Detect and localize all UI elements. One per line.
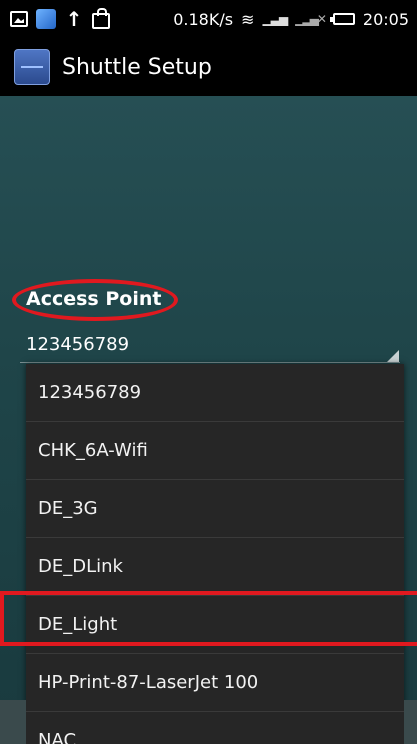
bag-icon xyxy=(92,8,110,29)
network-speed: 0.18K/s xyxy=(173,9,234,29)
page-title: Shuttle Setup xyxy=(62,54,212,80)
upload-arrow-icon: ↑ xyxy=(65,7,83,31)
dropdown-item-3[interactable]: DE_3G xyxy=(26,480,404,538)
signal-icon: ▁▃▅ xyxy=(262,12,288,26)
status-left-icons: ↑ xyxy=(0,7,110,31)
dropdown-item-2[interactable]: CHK_6A-Wifi xyxy=(26,422,404,480)
action-bar: Shuttle Setup xyxy=(0,38,417,96)
background-strip-right xyxy=(404,700,417,744)
spinner-underline xyxy=(20,362,400,363)
gallery-icon xyxy=(10,11,28,27)
access-point-highlight-circle xyxy=(12,279,178,321)
background-strip-left xyxy=(0,700,26,744)
wifi-icon: ≋ xyxy=(241,9,255,29)
access-point-spinner[interactable]: 123456789 xyxy=(26,334,129,355)
spinner-corner-arrow-icon[interactable] xyxy=(387,350,399,362)
selected-item-highlight-box xyxy=(0,591,417,646)
app-logo-icon[interactable] xyxy=(14,49,50,85)
dropdown-item-7[interactable]: NAC xyxy=(26,712,404,744)
dropdown-item-1[interactable]: 123456789 xyxy=(26,364,404,422)
dropdown-item-6[interactable]: HP-Print-87-LaserJet 100 xyxy=(26,654,404,712)
status-bar: ↑ 0.18K/s ≋ ▁▃▅ ▁▂▄✕ 20:05 xyxy=(0,0,417,38)
app-notification-icon xyxy=(36,9,56,29)
access-point-dropdown: 123456789 CHK_6A-Wifi DE_3G DE_DLink DE_… xyxy=(26,364,404,744)
battery-icon xyxy=(329,13,355,25)
dropdown-item-4[interactable]: DE_DLink xyxy=(26,538,404,596)
no-signal-icon: ▁▂▄✕ xyxy=(295,12,327,26)
status-right: 0.18K/s ≋ ▁▃▅ ▁▂▄✕ 20:05 xyxy=(173,0,409,38)
clock: 20:05 xyxy=(362,9,409,29)
